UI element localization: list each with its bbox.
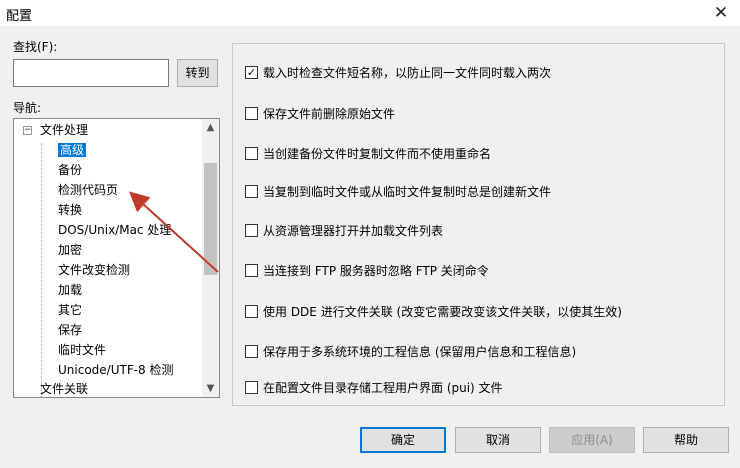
tree-item-label: 加密 xyxy=(58,243,83,257)
option-label: 当创建备份文件时复制文件而不使用重命名 xyxy=(263,147,492,161)
nav-tree[interactable]: − 文件处理 高级备份检测代码页转换 DOS/Unix/Mac 处理 加密文件改变检… xyxy=(13,118,220,398)
option-row[interactable]: 当复制到临时文件或从临时文件复制时总是创建新文件 xyxy=(245,183,551,201)
help-button[interactable]: 帮助 xyxy=(643,427,729,453)
option-row[interactable]: 当创建备份文件时复制文件而不使用重命名 xyxy=(245,145,491,163)
ok-button[interactable]: 确定 xyxy=(360,427,446,453)
tree-item[interactable]: 临时文件 xyxy=(58,340,106,360)
tree-item-label: 检测代码页 xyxy=(58,183,119,197)
tree-item[interactable]: 加密 xyxy=(58,240,82,260)
title-bar: 配置 ✕ xyxy=(0,0,740,26)
option-row[interactable]: ✓ 载入时检查文件短名称，以防止同一文件同时载入两次 xyxy=(245,64,551,82)
option-label: 载入时检查文件短名称，以防止同一文件同时载入两次 xyxy=(263,66,552,80)
option-label: 保存用于多系统环境的工程信息 (保留用户信息和工程信息) xyxy=(263,345,577,359)
nav-label: 导航: xyxy=(13,101,42,115)
collapse-icon[interactable]: − xyxy=(23,126,32,135)
option-checkbox[interactable] xyxy=(245,185,258,198)
tree-item[interactable]: 加载 xyxy=(58,280,82,300)
find-label: 查找(F): xyxy=(13,40,58,54)
scroll-down-icon[interactable]: ▼ xyxy=(202,380,219,397)
tree-item-label: 文件处理 xyxy=(40,123,89,137)
tree-item-file-handling[interactable]: 文件处理 xyxy=(40,120,88,140)
tree-item-label: Unicode/UTF-8 检测 xyxy=(58,363,174,377)
option-label: 从资源管理器打开并加载文件列表 xyxy=(263,224,444,238)
goto-button[interactable]: 转到 xyxy=(177,59,218,87)
options-panel: ✓ 载入时检查文件短名称，以防止同一文件同时载入两次 保存文件前删除原始文件当创建备… xyxy=(232,43,725,406)
tree-item[interactable]: Unicode/UTF-8 检测 xyxy=(58,360,174,380)
tree-item-label: 其它 xyxy=(58,303,83,317)
tree-item-label: 高级 xyxy=(58,143,87,157)
tree-item-label: 文件关联 xyxy=(40,382,89,396)
cancel-button[interactable]: 取消 xyxy=(455,427,541,453)
option-checkbox[interactable] xyxy=(245,381,258,394)
tree-item[interactable]: 文件改变检测 xyxy=(58,260,130,280)
scroll-thumb[interactable] xyxy=(204,163,217,275)
option-label: 保存文件前删除原始文件 xyxy=(263,107,396,121)
option-label: 当复制到临时文件或从临时文件复制时总是创建新文件 xyxy=(263,185,552,199)
option-label: 当连接到 FTP 服务器时忽略 FTP 关闭命令 xyxy=(263,264,489,278)
option-checkbox[interactable] xyxy=(245,147,258,160)
tree-scrollbar[interactable]: ▲ ▼ xyxy=(202,119,219,397)
tree-item-label: DOS/Unix/Mac 处理 xyxy=(58,223,172,237)
tree-item-label: 文件改变检测 xyxy=(58,263,131,277)
option-checkbox[interactable]: ✓ xyxy=(245,66,258,79)
option-checkbox[interactable] xyxy=(245,107,258,120)
tree-item-label: 临时文件 xyxy=(58,343,107,357)
tree-item[interactable]: 高级 xyxy=(58,140,87,160)
option-row[interactable]: 保存用于多系统环境的工程信息 (保留用户信息和工程信息) xyxy=(245,343,576,361)
option-row[interactable]: 保存文件前删除原始文件 xyxy=(245,105,395,123)
option-checkbox[interactable] xyxy=(245,264,258,277)
option-label: 在配置文件目录存储工程用户界面 (pui) 文件 xyxy=(263,381,503,395)
option-row[interactable]: 当连接到 FTP 服务器时忽略 FTP 关闭命令 xyxy=(245,262,489,280)
tree-item-label: 转换 xyxy=(58,203,83,217)
scroll-up-icon[interactable]: ▲ xyxy=(202,119,219,136)
option-row[interactable]: 使用 DDE 进行文件关联 (改变它需要改变该文件关联，以使其生效) xyxy=(245,303,622,321)
option-checkbox[interactable] xyxy=(245,345,258,358)
option-label: 使用 DDE 进行文件关联 (改变它需要改变该文件关联，以使其生效) xyxy=(263,305,622,319)
tree-item-label: 加载 xyxy=(58,283,83,297)
tree-item-file-association[interactable]: 文件关联 xyxy=(40,379,89,397)
apply-button[interactable]: 应用(A) xyxy=(549,427,635,453)
option-checkbox[interactable] xyxy=(245,305,258,318)
tree-item[interactable]: 保存 xyxy=(58,320,82,340)
tree-item-label: 备份 xyxy=(58,163,83,177)
option-checkbox[interactable] xyxy=(245,224,258,237)
tree-item[interactable]: 备份 xyxy=(58,160,82,180)
option-row[interactable]: 从资源管理器打开并加载文件列表 xyxy=(245,222,443,240)
window-title: 配置 xyxy=(6,9,33,24)
tree-item[interactable]: 检测代码页 xyxy=(58,180,118,200)
close-icon[interactable]: ✕ xyxy=(710,2,732,24)
tree-item-label: 保存 xyxy=(58,323,83,337)
tree-guide-line xyxy=(41,143,42,397)
tree-item[interactable]: 其它 xyxy=(58,300,82,320)
tree-item[interactable]: 转换 xyxy=(58,200,82,220)
tree-item[interactable]: DOS/Unix/Mac 处理 xyxy=(58,220,171,240)
option-row[interactable]: 在配置文件目录存储工程用户界面 (pui) 文件 xyxy=(245,379,503,397)
find-input[interactable] xyxy=(13,59,169,87)
